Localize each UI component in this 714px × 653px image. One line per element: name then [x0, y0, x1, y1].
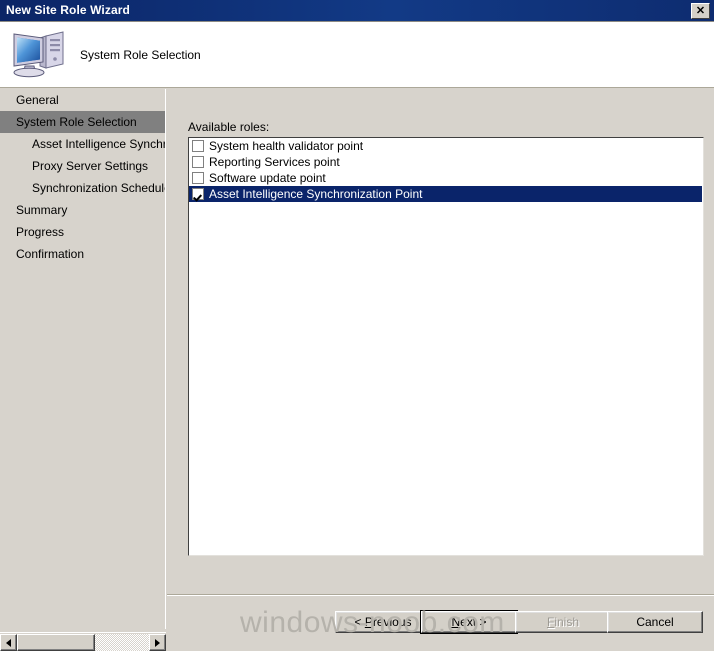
window-title: New Site Role Wizard: [6, 3, 130, 17]
button-bar: < Previous Next > Finish Cancel: [167, 605, 714, 635]
checkbox-icon[interactable]: [192, 172, 204, 184]
cancel-button-label: Cancel: [636, 615, 674, 629]
sidebar-item-confirmation[interactable]: Confirmation: [0, 243, 165, 265]
checkbox-checked-icon[interactable]: [192, 188, 204, 200]
list-item-label: Software update point: [209, 171, 326, 185]
checkbox-icon[interactable]: [192, 156, 204, 168]
cancel-button[interactable]: Cancel: [607, 611, 703, 633]
previous-button[interactable]: < Previous: [335, 611, 431, 633]
sidebar-item-system-role-selection[interactable]: System Role Selection: [0, 111, 165, 133]
wizard-header: System Role Selection: [0, 22, 714, 88]
scrollbar-thumb[interactable]: [17, 634, 95, 651]
sidebar-item-proxy-server-settings[interactable]: Proxy Server Settings: [0, 155, 165, 177]
arrow-right-icon: [155, 638, 160, 647]
button-bar-divider: [167, 594, 714, 596]
sidebar-item-general[interactable]: General: [0, 89, 165, 111]
scroll-left-button[interactable]: [0, 634, 17, 651]
list-item[interactable]: Asset Intelligence Synchronization Point: [189, 186, 702, 202]
previous-button-label: < Previous: [354, 615, 412, 629]
list-item-label: Asset Intelligence Synchronization Point: [209, 187, 423, 201]
arrow-left-icon: [6, 638, 11, 647]
list-item-label: System health validator point: [209, 139, 364, 153]
page-title: System Role Selection: [80, 48, 201, 62]
next-button-label: Next >: [451, 615, 487, 629]
computer-icon: [10, 28, 72, 80]
wizard-window: New Site Role Wizard ✕ System Role Selec…: [0, 0, 714, 653]
checkbox-icon[interactable]: [192, 140, 204, 152]
finish-button: Finish: [515, 611, 611, 633]
sidebar-item-progress[interactable]: Progress: [0, 221, 165, 243]
list-item[interactable]: Software update point: [189, 170, 703, 186]
finish-button-label: Finish: [546, 615, 580, 629]
sidebar-item-summary[interactable]: Summary: [0, 199, 165, 221]
close-button[interactable]: ✕: [691, 3, 710, 19]
title-bar: New Site Role Wizard ✕: [0, 0, 714, 22]
wizard-steps-sidebar: General System Role Selection Asset Inte…: [0, 89, 166, 629]
scroll-right-button[interactable]: [149, 634, 166, 651]
available-roles-label: Available roles:: [188, 120, 270, 134]
horizontal-scrollbar[interactable]: [0, 632, 166, 651]
list-item[interactable]: System health validator point: [189, 138, 703, 154]
sidebar-item-synchronization-schedule[interactable]: Synchronization Schedule: [0, 177, 165, 199]
sidebar-item-asset-intelligence-synchronization[interactable]: Asset Intelligence Synchron: [0, 133, 165, 155]
close-icon: ✕: [695, 4, 706, 17]
list-item-label: Reporting Services point: [209, 155, 340, 169]
available-roles-listbox[interactable]: System health validator point Reporting …: [188, 137, 704, 556]
main-pane: Available roles: System health validator…: [167, 89, 714, 629]
next-button[interactable]: Next >: [420, 610, 518, 634]
list-item[interactable]: Reporting Services point: [189, 154, 703, 170]
